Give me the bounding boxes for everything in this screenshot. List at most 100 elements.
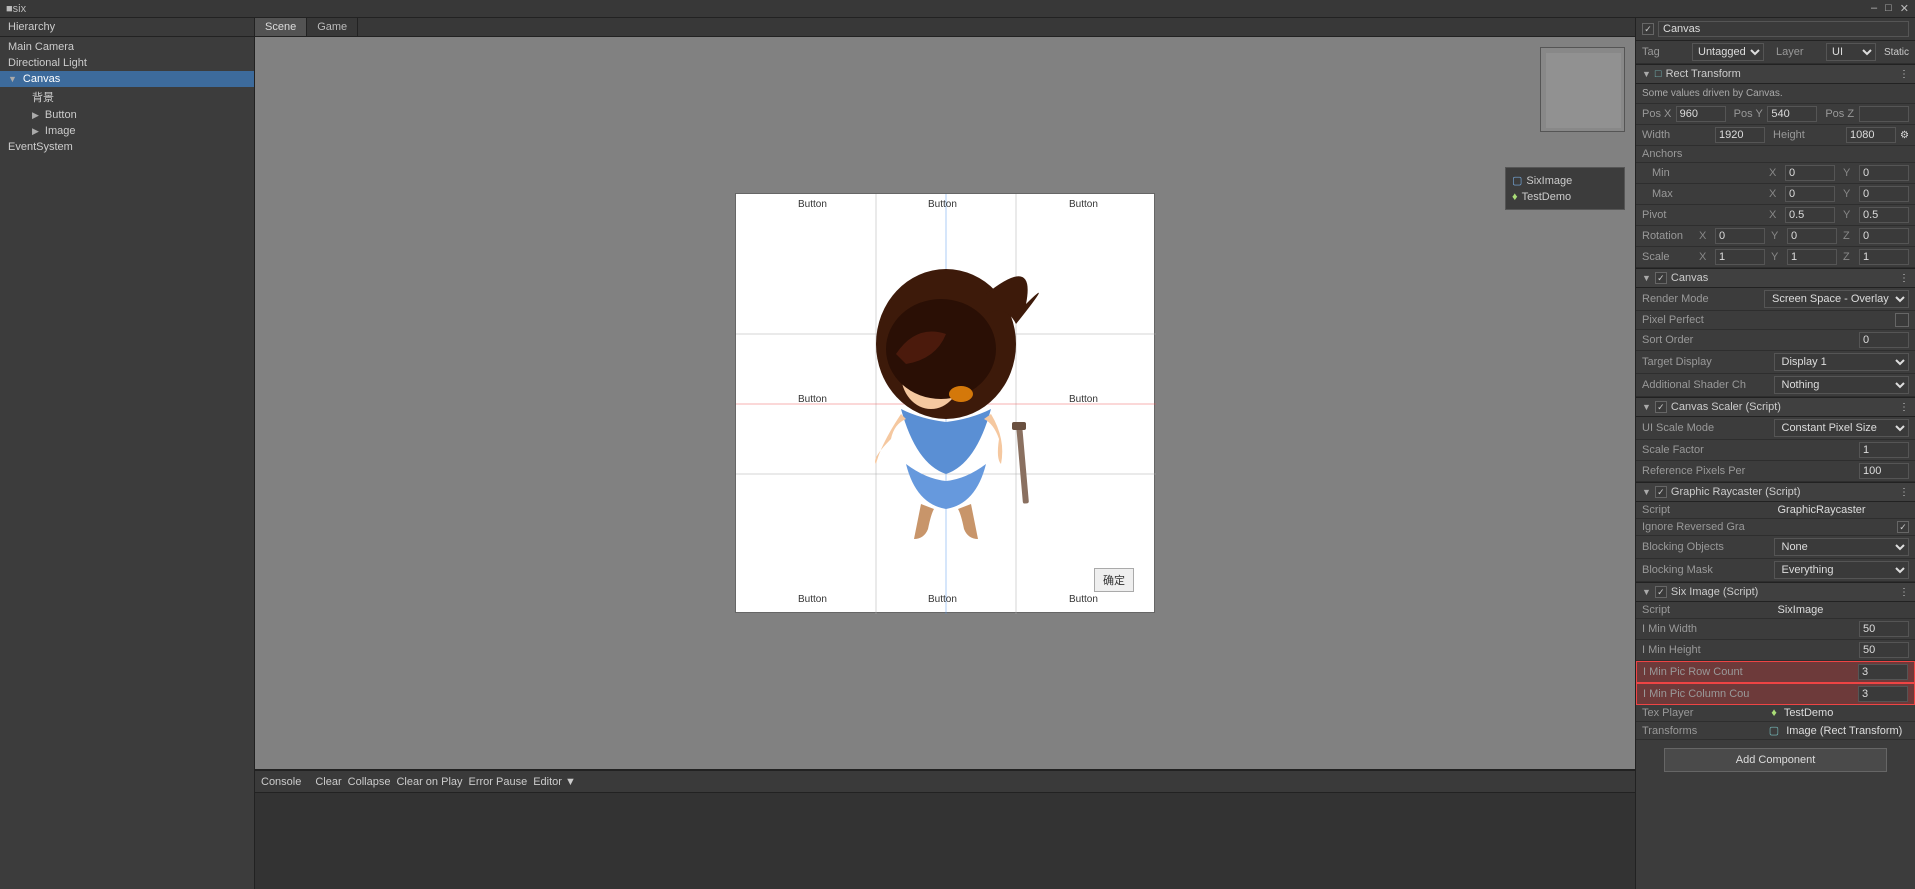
layer-dropdown[interactable]: UI [1826, 43, 1876, 61]
script-row-siximage: Script SixImage [1636, 602, 1915, 619]
console-clearonplay-btn[interactable]: Clear on Play [396, 776, 462, 788]
additional-shader-dropdown[interactable]: Nothing [1774, 376, 1910, 394]
hierarchy-item-image[interactable]: ▶ Image [0, 123, 254, 139]
button-arrow: ▶ [32, 110, 39, 121]
siximg-enabled-check[interactable]: ✓ [1655, 586, 1667, 598]
height-input[interactable] [1846, 127, 1896, 143]
posz-input[interactable] [1859, 106, 1909, 122]
target-display-dropdown[interactable]: Display 1 [1774, 353, 1910, 371]
rect-transform-header[interactable]: ▼ □ Rect Transform ⋮ [1636, 64, 1915, 84]
min-height-row: I Min Height [1636, 640, 1915, 661]
canvas-enabled-check[interactable]: ✓ [1655, 272, 1667, 284]
console-editor-btn[interactable]: Editor ▼ [533, 776, 576, 788]
ui-scale-dropdown[interactable]: Constant Pixel Size [1774, 419, 1910, 437]
blocking-mask-dropdown[interactable]: Everything [1774, 561, 1910, 579]
scale-x[interactable] [1715, 249, 1765, 265]
close-btn[interactable]: ✕ [1900, 2, 1909, 15]
hierarchy-item-background[interactable]: 背景 [0, 87, 254, 107]
hierarchy-item-button[interactable]: ▶ Button [0, 107, 254, 123]
script-value-raycaster: GraphicRaycaster [1778, 504, 1910, 516]
scale-z[interactable] [1859, 249, 1909, 265]
canvas-context-btn[interactable]: ⋮ [1899, 273, 1909, 284]
script-label-raycaster: Script [1642, 504, 1774, 516]
pivot-x[interactable] [1785, 207, 1835, 223]
scale-label: Scale [1642, 251, 1695, 263]
add-component-button[interactable]: Add Component [1664, 748, 1887, 772]
hierarchy-title: Hierarchy [8, 21, 55, 33]
scene-tab-label: Scene [265, 21, 296, 33]
width-input[interactable] [1715, 127, 1765, 143]
posx-input[interactable] [1676, 106, 1726, 122]
object-name-input[interactable] [1658, 21, 1909, 37]
console-collapse-btn[interactable]: Collapse [348, 776, 391, 788]
six-image-header[interactable]: ▼ ✓ Six Image (Script) ⋮ [1636, 582, 1915, 602]
pixel-perfect-checkbox[interactable] [1895, 313, 1909, 327]
blocking-objects-dropdown[interactable]: None [1774, 538, 1910, 556]
graphic-raycaster-header[interactable]: ▼ ✓ Graphic Raycaster (Script) ⋮ [1636, 482, 1915, 502]
object-enabled-checkbox[interactable]: ✓ [1642, 23, 1654, 35]
raycaster-context-btn[interactable]: ⋮ [1899, 487, 1909, 498]
pos-row: Pos X Pos Y Pos Z [1636, 104, 1915, 125]
ignore-reversed-check[interactable]: ✓ [1897, 521, 1909, 533]
hierarchy-item-directional-light[interactable]: Directional Light [0, 55, 254, 71]
pivot-y[interactable] [1859, 207, 1909, 223]
project-item-testdemo[interactable]: ♦ TestDemo [1510, 189, 1620, 205]
anchor-max-x[interactable] [1785, 186, 1835, 202]
transforms-label: Transforms [1642, 725, 1765, 737]
anchors-row: Anchors [1636, 146, 1915, 163]
anchors-label: Anchors [1642, 148, 1909, 160]
wh-context-btn[interactable]: ⚙ [1900, 130, 1909, 141]
scaler-enabled-check[interactable]: ✓ [1655, 401, 1667, 413]
rotation-y[interactable] [1787, 228, 1837, 244]
sort-order-row: Sort Order [1636, 330, 1915, 351]
rect-context-btn[interactable]: ⋮ [1899, 69, 1909, 80]
scale-factor-input[interactable] [1859, 442, 1909, 458]
posy-input[interactable] [1767, 106, 1817, 122]
canvas-section-header[interactable]: ▼ ✓ Canvas ⋮ [1636, 268, 1915, 288]
game-tab[interactable]: Game [307, 18, 358, 36]
scaler-context-btn[interactable]: ⋮ [1899, 402, 1909, 413]
rotation-label: Rotation [1642, 230, 1695, 242]
min-pic-row-input[interactable] [1858, 664, 1908, 680]
scene-tabs: Scene Game [255, 18, 1635, 37]
min-height-input[interactable] [1859, 642, 1909, 658]
game-tab-label: Game [317, 21, 347, 33]
render-mode-dropdown[interactable]: Screen Space - Overlay [1764, 290, 1909, 308]
rect-note: Some values driven by Canvas. [1642, 88, 1909, 99]
min-width-row: I Min Width [1636, 619, 1915, 640]
ref-pixels-input[interactable] [1859, 463, 1909, 479]
raycaster-enabled-check[interactable]: ✓ [1655, 486, 1667, 498]
scene-tab[interactable]: Scene [255, 18, 307, 36]
scale-y[interactable] [1787, 249, 1837, 265]
background-label: 背景 [32, 89, 54, 105]
rect-transform-icon: □ [1655, 68, 1662, 80]
min-pic-row-label: I Min Pic Row Count [1643, 666, 1854, 678]
anchor-min-y[interactable] [1859, 165, 1909, 181]
anchor-min-label: Min [1642, 167, 1765, 179]
rotation-z[interactable] [1859, 228, 1909, 244]
hierarchy-item-eventsystem[interactable]: EventSystem [0, 139, 254, 155]
anchor-max-y[interactable] [1859, 186, 1909, 202]
canvas-scaler-header[interactable]: ▼ ✓ Canvas Scaler (Script) ⋮ [1636, 397, 1915, 417]
inspector-object-row: ✓ [1636, 18, 1915, 41]
hierarchy-item-main-camera[interactable]: Main Camera [0, 39, 254, 55]
siximg-context-btn[interactable]: ⋮ [1899, 587, 1909, 598]
scene-view[interactable]: ▢ SixImage ♦ TestDemo [255, 37, 1635, 769]
anchor-min-x[interactable] [1785, 165, 1835, 181]
min-pic-col-input[interactable] [1858, 686, 1908, 702]
console-clear-btn[interactable]: Clear [315, 776, 341, 788]
hierarchy-item-canvas[interactable]: ▼ Canvas [0, 71, 254, 87]
app-icon: ■ [6, 3, 13, 15]
sort-order-input[interactable] [1859, 332, 1909, 348]
anchor-min-row: Min X Y [1636, 163, 1915, 184]
console-errorpause-btn[interactable]: Error Pause [469, 776, 528, 788]
minimize-btn[interactable]: – [1871, 2, 1877, 15]
tag-dropdown[interactable]: Untagged [1692, 43, 1764, 61]
confirm-button[interactable]: 确定 [1094, 568, 1134, 592]
siximg-fold-arrow: ▼ [1642, 587, 1651, 597]
rotation-x[interactable] [1715, 228, 1765, 244]
maximize-btn[interactable]: □ [1885, 2, 1892, 15]
min-width-input[interactable] [1859, 621, 1909, 637]
six-image-title: Six Image (Script) [1671, 586, 1758, 598]
project-item-siximage[interactable]: ▢ SixImage [1510, 172, 1620, 189]
